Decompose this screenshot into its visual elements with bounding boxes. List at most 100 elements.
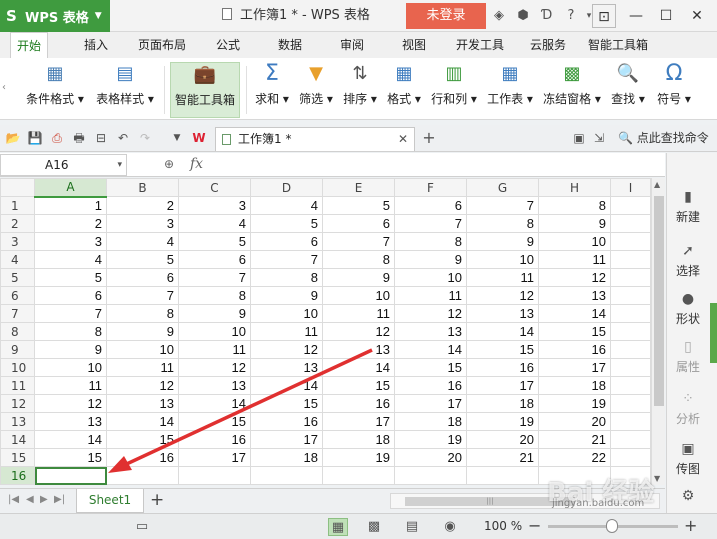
- column-header[interactable]: C: [178, 178, 251, 197]
- cell[interactable]: 10: [250, 304, 323, 323]
- ribbon-collapse-icon[interactable]: ‹: [2, 82, 6, 93]
- first-sheet-icon[interactable]: |◀: [8, 494, 19, 505]
- row-header[interactable]: 8: [0, 322, 35, 341]
- scroll-thumb[interactable]: [654, 196, 664, 406]
- tab-page-layout[interactable]: 页面布局: [132, 32, 192, 58]
- cell[interactable]: [610, 196, 651, 215]
- cell[interactable]: 9: [538, 214, 611, 233]
- tab-insert[interactable]: 插入: [78, 32, 114, 58]
- row-header[interactable]: 5: [0, 268, 35, 287]
- cell[interactable]: 15: [322, 376, 395, 395]
- cell[interactable]: 12: [250, 340, 323, 359]
- redo-icon[interactable]: ↷: [136, 129, 154, 147]
- cell[interactable]: 8: [106, 304, 179, 323]
- settings-icon[interactable]: ⬢: [514, 7, 532, 25]
- cell[interactable]: 15: [106, 430, 179, 449]
- rp-new[interactable]: ▮ 新建: [667, 189, 709, 225]
- cell[interactable]: 18: [466, 394, 539, 413]
- next-sheet-icon[interactable]: ▶: [40, 494, 48, 505]
- cell[interactable]: 16: [466, 358, 539, 377]
- cell[interactable]: 9: [394, 250, 467, 269]
- cell[interactable]: 3: [178, 196, 251, 215]
- add-sheet-button[interactable]: +: [150, 490, 164, 510]
- row-header[interactable]: 11: [0, 376, 35, 395]
- cell[interactable]: [610, 268, 651, 287]
- cell[interactable]: 5: [106, 250, 179, 269]
- cell[interactable]: 14: [106, 412, 179, 431]
- cell[interactable]: 13: [178, 376, 251, 395]
- cell[interactable]: 9: [34, 340, 107, 359]
- sort-button[interactable]: ⇅ 排序 ▾: [340, 62, 380, 118]
- conditional-format-button[interactable]: ▦ 条件格式 ▾: [24, 62, 86, 118]
- scroll-down-icon[interactable]: ▼: [654, 474, 660, 483]
- row-header[interactable]: 2: [0, 214, 35, 233]
- row-header[interactable]: 3: [0, 232, 35, 251]
- cell[interactable]: 7: [466, 196, 539, 215]
- cell[interactable]: 10: [538, 232, 611, 251]
- cell[interactable]: 12: [322, 322, 395, 341]
- cell[interactable]: 6: [322, 214, 395, 233]
- save-icon[interactable]: 💾: [26, 129, 44, 147]
- row-header[interactable]: 12: [0, 394, 35, 413]
- smart-toolbox-button[interactable]: 💼 智能工具箱: [170, 62, 240, 118]
- cell[interactable]: 15: [466, 340, 539, 359]
- row-header[interactable]: 4: [0, 250, 35, 269]
- column-header[interactable]: H: [538, 178, 611, 197]
- scroll-up-icon[interactable]: ▲: [654, 180, 660, 189]
- cell[interactable]: 9: [106, 322, 179, 341]
- tab-home[interactable]: 开始: [10, 32, 49, 58]
- cell[interactable]: 21: [466, 448, 539, 467]
- cell[interactable]: 5: [178, 232, 251, 251]
- cell[interactable]: 14: [466, 322, 539, 341]
- cell[interactable]: 19: [466, 412, 539, 431]
- cell[interactable]: 10: [466, 250, 539, 269]
- cell[interactable]: 11: [34, 376, 107, 395]
- open-folder-icon[interactable]: 📂: [4, 129, 22, 147]
- column-header[interactable]: E: [322, 178, 395, 197]
- normal-view-icon[interactable]: ▦: [328, 518, 348, 536]
- cell[interactable]: 7: [34, 304, 107, 323]
- cell[interactable]: 2: [106, 196, 179, 215]
- row-header[interactable]: 13: [0, 412, 35, 431]
- cell[interactable]: 7: [106, 286, 179, 305]
- cell[interactable]: 4: [250, 196, 323, 215]
- close-icon[interactable]: ✕: [685, 4, 709, 28]
- login-button[interactable]: 未登录: [406, 3, 486, 29]
- column-header[interactable]: B: [106, 178, 179, 197]
- cell[interactable]: 16: [106, 448, 179, 467]
- macro-record-icon[interactable]: ▭: [132, 518, 152, 536]
- cell[interactable]: 13: [106, 394, 179, 413]
- cell[interactable]: [610, 394, 651, 413]
- row-header[interactable]: 16: [0, 466, 35, 485]
- cell[interactable]: 10: [34, 358, 107, 377]
- cell[interactable]: 1: [34, 196, 107, 215]
- cell[interactable]: 15: [250, 394, 323, 413]
- minimize-icon[interactable]: —: [624, 4, 648, 28]
- cell[interactable]: 18: [538, 376, 611, 395]
- cell[interactable]: 9: [466, 232, 539, 251]
- wps-home-icon[interactable]: W: [190, 129, 208, 147]
- cell[interactable]: 6: [394, 196, 467, 215]
- cell[interactable]: 15: [394, 358, 467, 377]
- task-pane-toggle[interactable]: [710, 303, 717, 363]
- cell[interactable]: 11: [466, 268, 539, 287]
- cell[interactable]: 17: [538, 358, 611, 377]
- undo-icon[interactable]: ↶: [114, 129, 132, 147]
- column-header[interactable]: G: [466, 178, 539, 197]
- cell[interactable]: 13: [250, 358, 323, 377]
- cell[interactable]: [610, 214, 651, 233]
- row-header[interactable]: 15: [0, 448, 35, 467]
- page-break-view-icon[interactable]: ▩: [364, 518, 384, 536]
- symbol-button[interactable]: Ω 符号 ▾: [652, 62, 696, 118]
- cell[interactable]: [34, 466, 107, 485]
- cell[interactable]: 16: [322, 394, 395, 413]
- cell[interactable]: 16: [250, 412, 323, 431]
- close-tab-icon[interactable]: ✕: [398, 128, 408, 150]
- cell[interactable]: 16: [178, 430, 251, 449]
- cell[interactable]: 14: [250, 376, 323, 395]
- cell[interactable]: 13: [34, 412, 107, 431]
- cell[interactable]: [106, 466, 179, 485]
- maximize-icon[interactable]: ☐: [654, 4, 678, 28]
- cell[interactable]: 14: [538, 304, 611, 323]
- tab-developer[interactable]: 开发工具: [450, 32, 510, 58]
